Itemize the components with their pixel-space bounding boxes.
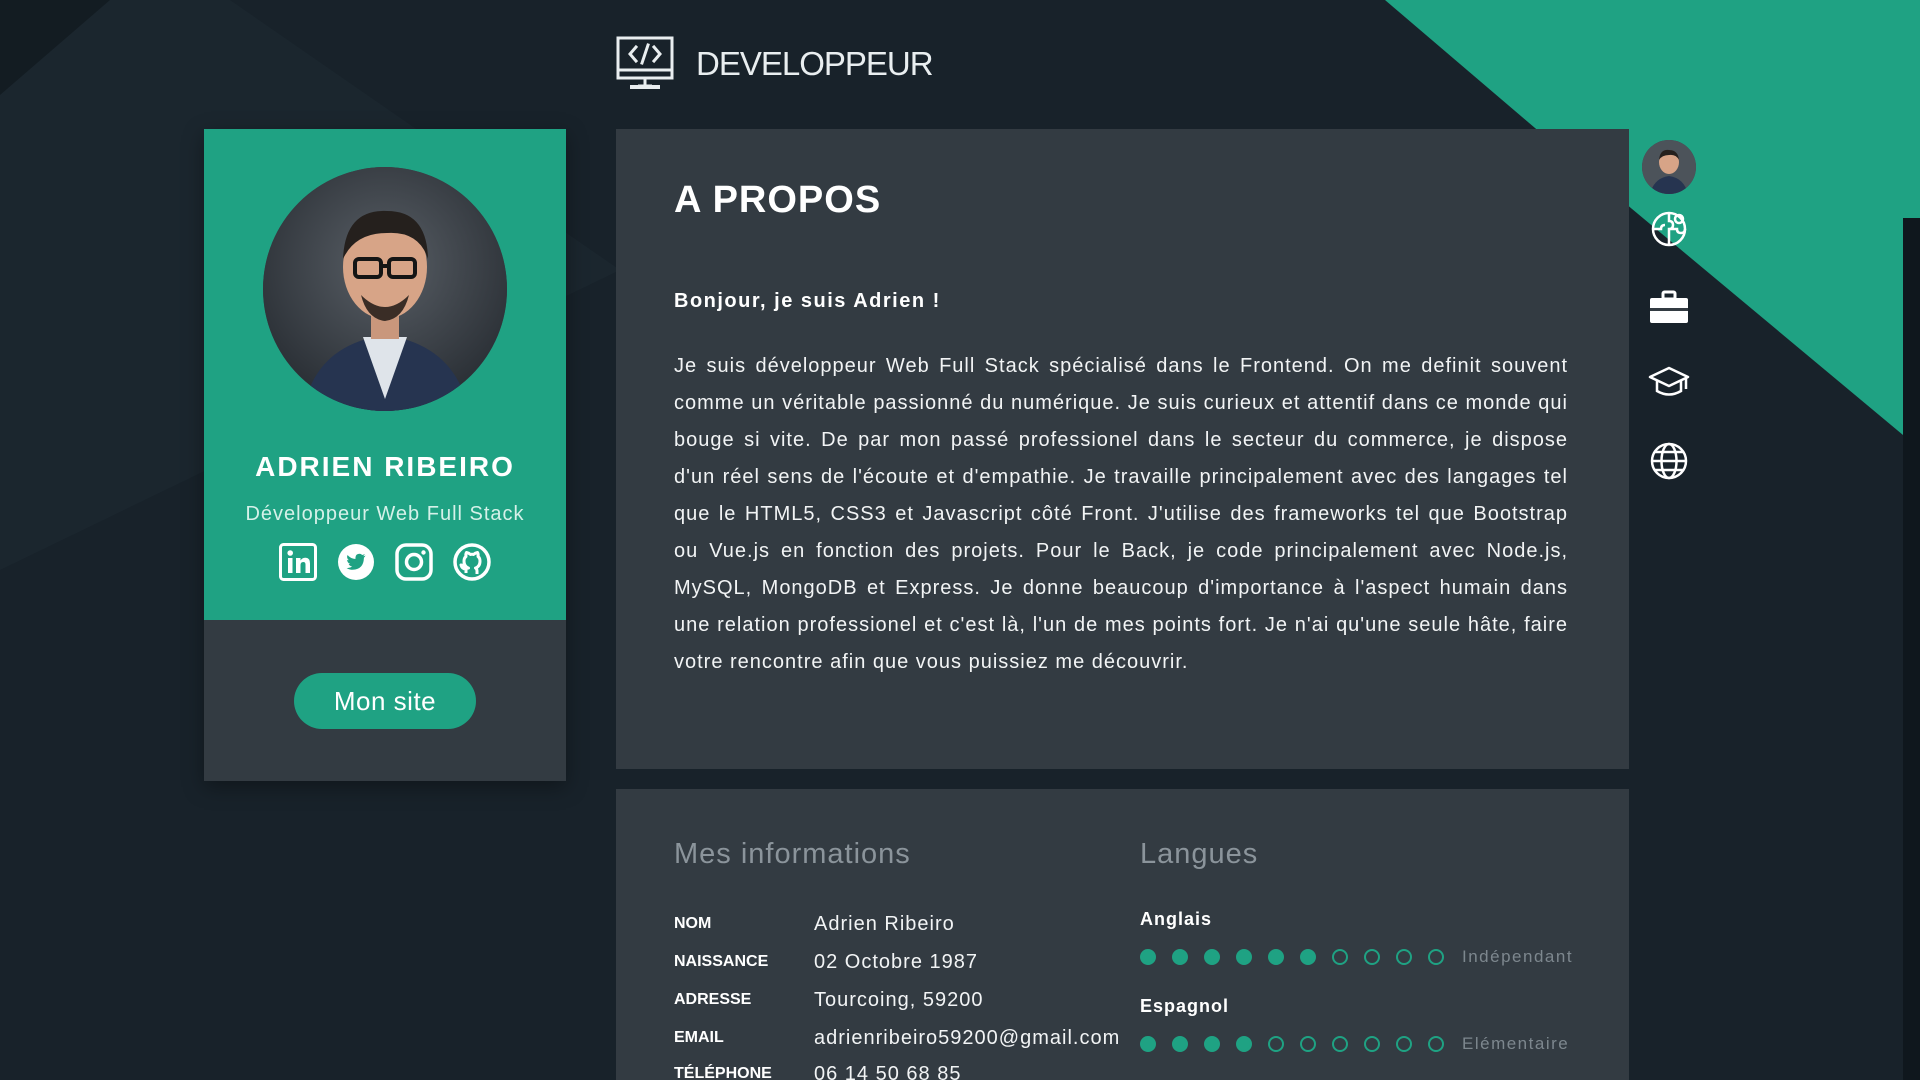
- rating-dot-empty: [1396, 1036, 1412, 1052]
- info-value: Adrien Ribeiro: [814, 912, 955, 935]
- nav-languages[interactable]: [1641, 433, 1697, 489]
- rating-dot-empty: [1428, 1036, 1444, 1052]
- code-monitor-icon: [616, 36, 674, 89]
- globe-icon: [1650, 442, 1688, 480]
- info-key: TÉLÉPHONE: [674, 1065, 772, 1080]
- social-links: [204, 543, 566, 581]
- about-section: A PROPOS Bonjour, je suis Adrien ! Je su…: [616, 129, 1629, 769]
- info-value: Tourcoing, 59200: [814, 988, 984, 1011]
- instagram-icon[interactable]: [395, 543, 433, 581]
- rating-dot-empty: [1332, 1036, 1348, 1052]
- rating-dot-filled: [1140, 949, 1156, 965]
- rating-dot-filled: [1236, 949, 1252, 965]
- language-level: Elémentaire: [1462, 1034, 1570, 1053]
- info-key: EMAIL: [674, 1029, 724, 1046]
- scrollbar[interactable]: [1903, 0, 1920, 1080]
- profile-card-header: ADRIEN RIBEIRO Développeur Web Full Stac…: [204, 129, 566, 620]
- language-rating: [1140, 949, 1460, 965]
- about-greeting: Bonjour, je suis Adrien !: [674, 290, 941, 312]
- rating-dot-empty: [1364, 949, 1380, 965]
- info-value: adrienribeiro59200@gmail.com: [814, 1026, 1121, 1049]
- profile-role: Développeur Web Full Stack: [245, 503, 525, 525]
- brand-header: DEVELOPPEUR: [616, 36, 934, 92]
- info-row-name: NOM Adrien Ribeiro: [674, 909, 955, 939]
- info-row-birth: NAISSANCE 02 Octobre 1987: [674, 947, 978, 977]
- rating-dot-filled: [1140, 1036, 1156, 1052]
- rating-dot-empty: [1332, 949, 1348, 965]
- languages-title: Langues: [1140, 838, 1259, 870]
- rating-dot-empty: [1364, 1036, 1380, 1052]
- info-value: 06 14 50 68 85: [814, 1062, 962, 1080]
- info-row-email: EMAIL adrienribeiro59200@gmail.com: [674, 1023, 1120, 1053]
- rating-dot-empty: [1300, 1036, 1316, 1052]
- info-value: 02 Octobre 1987: [814, 950, 978, 973]
- my-site-button[interactable]: Mon site: [294, 673, 476, 729]
- rating-dot-filled: [1236, 1036, 1252, 1052]
- linkedin-icon[interactable]: [279, 543, 317, 581]
- nav-experience[interactable]: [1641, 279, 1697, 335]
- twitter-icon[interactable]: [337, 543, 375, 581]
- puzzle-icon: [1651, 211, 1687, 247]
- rating-dot-empty: [1428, 949, 1444, 965]
- profile-card: ADRIEN RIBEIRO Développeur Web Full Stac…: [204, 129, 566, 781]
- info-title: Mes informations: [674, 838, 911, 870]
- rating-dot-filled: [1300, 949, 1316, 965]
- info-row-address: ADRESSE Tourcoing, 59200: [674, 985, 983, 1015]
- nav-education[interactable]: [1641, 355, 1697, 411]
- info-key: NOM: [674, 915, 712, 932]
- rating-dot-filled: [1204, 1036, 1220, 1052]
- rating-dot-filled: [1172, 1036, 1188, 1052]
- profile-name: ADRIEN RIBEIRO: [255, 451, 515, 482]
- rating-dot-filled: [1268, 949, 1284, 965]
- info-key: NAISSANCE: [674, 953, 769, 970]
- language-rating: [1140, 1036, 1460, 1052]
- profile-card-footer: Mon site: [204, 620, 566, 781]
- rating-dot-filled: [1204, 949, 1220, 965]
- about-title: A PROPOS: [674, 179, 882, 221]
- github-icon[interactable]: [453, 543, 491, 581]
- language-name: Espagnol: [1140, 996, 1230, 1016]
- scrollbar-thumb[interactable]: [1903, 0, 1920, 218]
- profile-photo: [263, 167, 507, 411]
- brand-title: DEVELOPPEUR: [696, 45, 934, 82]
- rating-dot-empty: [1396, 949, 1412, 965]
- nav-profile[interactable]: [1641, 139, 1697, 195]
- briefcase-icon: [1650, 290, 1688, 323]
- graduation-cap-icon: [1648, 366, 1690, 396]
- language-level: Indépendant: [1462, 947, 1574, 966]
- language-name: Anglais: [1140, 909, 1213, 929]
- info-row-phone: TÉLÉPHONE 06 14 50 68 85: [674, 1059, 961, 1080]
- about-text: Je suis développeur Web Full Stack spéci…: [674, 355, 1568, 673]
- rating-dot-filled: [1172, 949, 1188, 965]
- info-key: ADRESSE: [674, 991, 752, 1008]
- rating-dot-empty: [1268, 1036, 1284, 1052]
- profile-avatar: [1642, 140, 1696, 194]
- info-section: Mes informations NOM Adrien Ribeiro NAIS…: [616, 789, 1629, 1080]
- nav-skills[interactable]: [1641, 201, 1697, 257]
